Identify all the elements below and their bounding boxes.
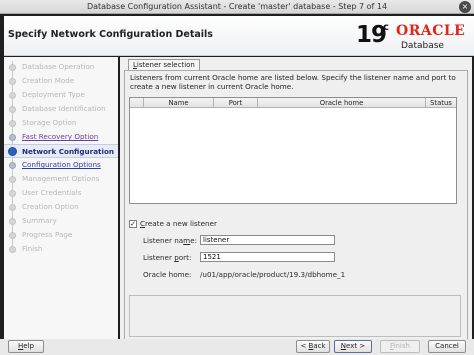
step-dot-icon <box>9 246 16 253</box>
sidebar-item-database-operation: Database Operation <box>4 60 118 74</box>
close-icon[interactable]: × <box>459 1 471 13</box>
step-dot-icon <box>9 218 16 225</box>
sidebar-item-user-credentials: User Credentials <box>4 186 118 200</box>
oracle-home-label: Oracle home: <box>143 270 192 279</box>
sidebar-item-configuration-options[interactable]: Configuration Options <box>4 158 118 172</box>
step-dot-icon <box>9 106 16 113</box>
sidebar-item-storage-option: Storage Option <box>4 116 118 130</box>
create-listener-label[interactable]: Create a new listener <box>140 219 217 228</box>
column-header-name[interactable]: Name <box>144 98 214 108</box>
column-header-status[interactable]: Status <box>426 98 456 108</box>
step-dot-icon <box>9 190 16 197</box>
sidebar-item-summary: Summary <box>4 214 118 228</box>
step-dot-icon <box>9 134 16 141</box>
table-header: Name Port Oracle home Status <box>130 98 456 108</box>
oracle-logo: 19 c ORACLE Database <box>356 20 468 54</box>
step-dot-icon <box>9 78 16 85</box>
brand-name: ORACLE <box>396 23 466 39</box>
listener-port-input[interactable]: 1521 <box>200 252 335 262</box>
chevron-left-icon: < <box>300 342 309 350</box>
step-dot-icon <box>9 120 16 127</box>
brand-product: Database <box>401 41 444 51</box>
chevron-right-icon: ext > <box>346 342 366 350</box>
sidebar-item-creation-mode: Creation Mode <box>4 74 118 88</box>
listener-selection-panel: Listeners from current Oracle home are l… <box>124 70 468 340</box>
create-listener-checkbox[interactable]: ✓ <box>129 220 137 228</box>
listener-name-label: Listener name: <box>143 236 198 245</box>
main-content: Listener selection Listeners from curren… <box>120 57 472 340</box>
current-step-icon <box>8 147 17 156</box>
oracle-home-value: /u01/app/oracle/product/19.3/dbhome_1 <box>200 270 346 279</box>
footer-bar: Help < Back Next > Finish Cancel <box>0 339 474 355</box>
sidebar-item-creation-option: Creation Option <box>4 200 118 214</box>
next-button[interactable]: Next > <box>334 340 372 353</box>
sidebar-item-database-identification: Database Identification <box>4 102 118 116</box>
step-dot-icon <box>9 162 16 169</box>
column-header-port[interactable]: Port <box>214 98 258 108</box>
sidebar-item-progress-page: Progress Page <box>4 228 118 242</box>
step-dot-icon <box>9 232 16 239</box>
sidebar-item-management-options: Management Options <box>4 172 118 186</box>
finish-button: Finish <box>380 340 420 353</box>
sidebar-item-finish: Finish <box>4 242 118 256</box>
column-header-oracle-home[interactable]: Oracle home <box>258 98 426 108</box>
listener-port-label: Listener port: <box>143 253 192 262</box>
step-dot-icon <box>9 204 16 211</box>
cancel-button[interactable]: Cancel <box>428 340 466 353</box>
sidebar-item-deployment-type: Deployment Type <box>4 88 118 102</box>
window-title: Database Configuration Assistant - Creat… <box>86 2 388 11</box>
steps-sidebar: Database Operation Creation Mode Deploym… <box>4 57 118 339</box>
brand-superscript: c <box>383 22 389 33</box>
column-header-select[interactable] <box>130 98 144 108</box>
page-title: Specify Network Configuration Details <box>8 29 213 40</box>
help-button[interactable]: Help <box>8 340 44 353</box>
tab-listener-selection[interactable]: Listener selection <box>128 59 200 70</box>
brand-version: 19 <box>356 22 387 48</box>
messages-panel <box>129 295 461 337</box>
step-dot-icon <box>9 92 16 99</box>
sidebar-item-fast-recovery-option[interactable]: Fast Recovery Option <box>4 130 118 144</box>
listeners-table[interactable]: Name Port Oracle home Status <box>129 97 457 204</box>
window-titlebar[interactable]: Database Configuration Assistant - Creat… <box>0 0 474 14</box>
listener-description: Listeners from current Oracle home are l… <box>130 73 456 91</box>
sidebar-item-network-configuration[interactable]: Network Configuration <box>4 144 118 158</box>
page-header: Specify Network Configuration Details 19… <box>4 16 474 56</box>
step-dot-icon <box>9 176 16 183</box>
back-button[interactable]: < Back <box>296 340 330 353</box>
step-dot-icon <box>9 64 16 71</box>
listener-name-input[interactable]: listener <box>200 235 335 245</box>
